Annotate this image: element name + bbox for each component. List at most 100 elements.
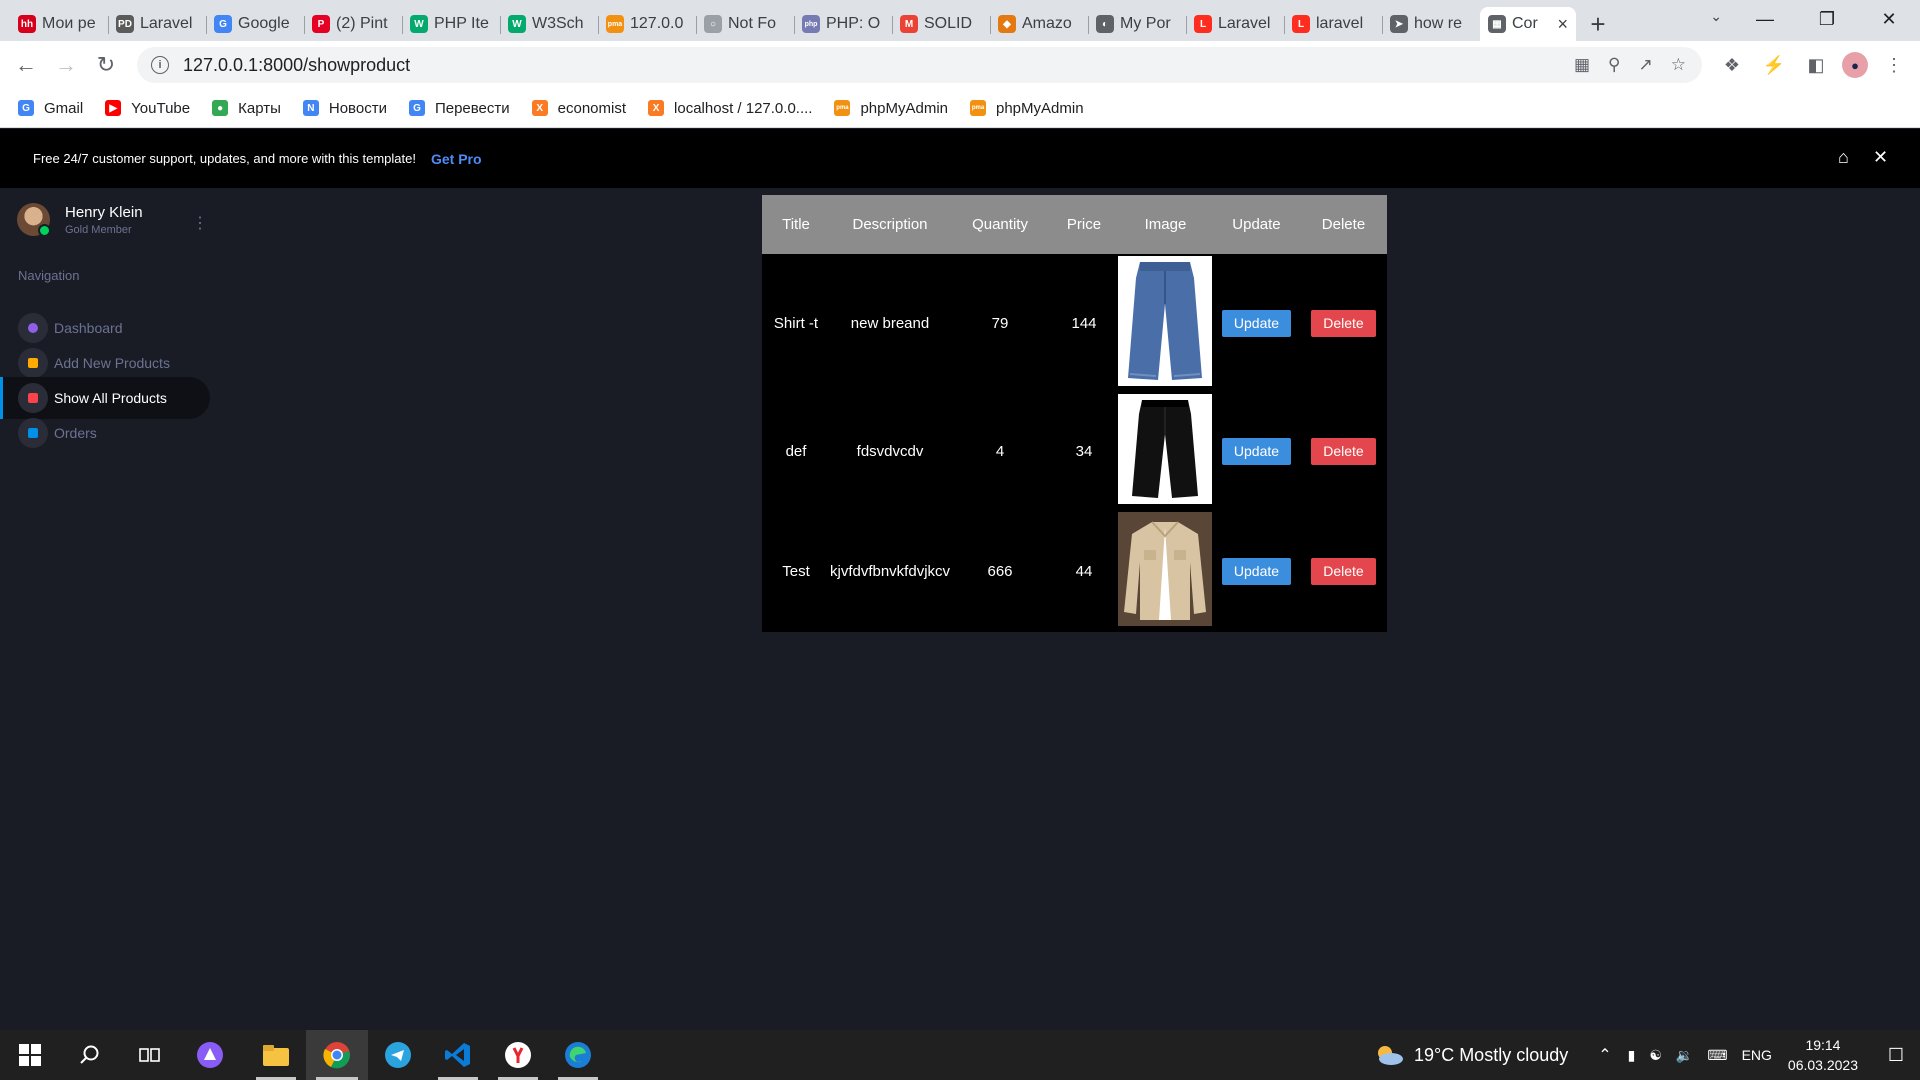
delete-button[interactable]: Delete: [1311, 557, 1376, 585]
column-header: Price: [1050, 195, 1118, 254]
home-icon[interactable]: ⌂: [1838, 147, 1849, 168]
products-table: Title Description Quantity Price Image Update…: [762, 195, 1387, 632]
task-view-icon[interactable]: [120, 1030, 180, 1080]
tab-title: W3Sch: [532, 15, 584, 32]
bookmark-item[interactable]: ▶ YouTube: [105, 100, 190, 117]
browser-tab[interactable]: Llaravel: [1284, 7, 1382, 41]
reload-icon[interactable]: ↻: [86, 45, 126, 85]
browser-tab[interactable]: PD Laravel: [108, 7, 206, 41]
battery-icon[interactable]: ▮: [1628, 1047, 1636, 1064]
side-panel-icon[interactable]: ◧: [1800, 49, 1832, 81]
sidebar-item-label: Show All Products: [54, 390, 167, 406]
zoom-icon[interactable]: ⚲: [1608, 55, 1620, 75]
forward-icon[interactable]: →: [46, 45, 86, 85]
tab-title: Amazo: [1022, 15, 1072, 32]
promo-banner: Free 24/7 customer support, updates, and…: [0, 129, 1920, 188]
user-profile[interactable]: Henry Klein Gold Member: [17, 203, 143, 237]
browser-tab[interactable]: ▦ Cor ×: [1480, 7, 1576, 41]
new-tab-button[interactable]: +: [1576, 7, 1620, 41]
wifi-icon[interactable]: ☯: [1649, 1047, 1662, 1064]
profile-avatar-icon[interactable]: ●: [1842, 52, 1868, 78]
chrome-icon[interactable]: [306, 1030, 368, 1080]
tab-title: Laravel: [1218, 15, 1271, 32]
column-header: Description: [829, 195, 951, 254]
minimize-icon[interactable]: —: [1734, 0, 1796, 38]
browser-tab[interactable]: G Google: [206, 7, 304, 41]
profile-menu-icon[interactable]: ⋮: [192, 213, 208, 233]
clock-date: 06.03.2023: [1787, 1057, 1858, 1073]
restore-icon[interactable]: ❐: [1796, 0, 1858, 38]
globe-icon: ◐: [1096, 15, 1114, 33]
tab-search-icon[interactable]: ⌄: [1710, 8, 1722, 25]
browser-tab[interactable]: L Laravel: [1186, 7, 1284, 41]
browser-tab[interactable]: pma 127.0.0: [598, 7, 696, 41]
update-button[interactable]: Update: [1221, 309, 1292, 337]
nav-icon: [18, 418, 48, 448]
delete-button[interactable]: Delete: [1311, 437, 1376, 465]
telegram-icon[interactable]: [368, 1030, 428, 1080]
close-window-icon[interactable]: ✕: [1858, 0, 1920, 38]
clock[interactable]: 19:14 06.03.2023: [1788, 1035, 1858, 1075]
yandex-browser-icon[interactable]: [488, 1030, 548, 1080]
close-banner-icon[interactable]: ✕: [1873, 147, 1888, 168]
update-button[interactable]: Update: [1221, 557, 1292, 585]
google-translate-icon: G: [214, 15, 232, 33]
browser-tab[interactable]: W PHP Ite: [402, 7, 500, 41]
language-indicator[interactable]: ENG: [1742, 1047, 1772, 1063]
close-tab-icon[interactable]: ×: [1557, 14, 1568, 35]
browser-tab[interactable]: ○ Not Fo: [696, 7, 794, 41]
keyboard-icon[interactable]: ⌨: [1707, 1047, 1727, 1064]
product-image: [1118, 510, 1213, 632]
url-text[interactable]: 127.0.0.1:8000/showproduct: [183, 55, 410, 76]
bookmark-star-icon[interactable]: ☆: [1671, 55, 1686, 75]
browser-tab[interactable]: P (2) Pint: [304, 7, 402, 41]
share-icon[interactable]: ↗: [1639, 55, 1653, 75]
bookmark-item[interactable]: N Новости: [302, 100, 387, 117]
volume-icon[interactable]: 🔉: [1676, 1047, 1693, 1064]
update-cell: Update: [1213, 510, 1300, 632]
bookmark-item[interactable]: G Перевести: [408, 100, 510, 117]
vscode-icon[interactable]: [428, 1030, 488, 1080]
delete-button[interactable]: Delete: [1311, 309, 1376, 337]
browser-tab[interactable]: W W3Sch: [500, 7, 598, 41]
windows-start-icon[interactable]: [0, 1030, 60, 1080]
chevron-up-icon[interactable]: ⌃: [1598, 1045, 1611, 1065]
bookmark-item[interactable]: Xlocalhost / 127.0.0....: [648, 100, 812, 117]
bookmark-item[interactable]: pma phpMyAdmin: [834, 100, 948, 117]
bookmark-item[interactable]: G Gmail: [18, 100, 83, 117]
file-explorer-icon[interactable]: [246, 1030, 306, 1080]
browser-tab[interactable]: ➤ how re: [1382, 7, 1480, 41]
bookmark-item[interactable]: pma phpMyAdmin: [970, 100, 1084, 117]
column-header: Title: [762, 195, 830, 254]
browser-tab[interactable]: ◐ My Por: [1088, 7, 1186, 41]
browser-tab[interactable]: M SOLID: [892, 7, 990, 41]
update-button[interactable]: Update: [1221, 437, 1292, 465]
system-tray: 19°C Mostly cloudy ⌃ ▮ ☯ 🔉 ⌨ ENG 19:14 0…: [1374, 1030, 1920, 1080]
menu-icon[interactable]: ⋮: [1878, 49, 1910, 81]
address-bar[interactable]: i 127.0.0.1:8000/showproduct ▦ ⚲ ↗ ☆: [137, 47, 1702, 83]
notifications-icon[interactable]: ☐: [1872, 1045, 1920, 1066]
search-icon[interactable]: [60, 1030, 120, 1080]
product-price: 34: [1075, 442, 1093, 460]
alice-assistant-icon[interactable]: [180, 1030, 240, 1080]
site-info-icon[interactable]: i: [151, 56, 169, 74]
browser-tab[interactable]: ◆ Amazo: [990, 7, 1088, 41]
bookmark-item[interactable]: Xeconomist: [531, 100, 626, 117]
weather-widget[interactable]: 19°C Mostly cloudy: [1374, 1044, 1568, 1066]
cloud-icon: [1377, 1046, 1403, 1065]
browser-tab[interactable]: php PHP: O: [794, 7, 892, 41]
translate-icon[interactable]: ▦: [1574, 55, 1590, 75]
bookmark-item[interactable]: ● Карты: [212, 100, 281, 117]
column-header: Image: [1118, 195, 1213, 254]
product-description: new breand: [850, 314, 930, 332]
promo-text: Free 24/7 customer support, updates, and…: [33, 151, 416, 166]
update-cell: Update: [1213, 254, 1300, 392]
get-pro-link[interactable]: Get Pro: [431, 151, 482, 167]
user-role: Gold Member: [65, 223, 132, 236]
edge-icon[interactable]: [548, 1030, 608, 1080]
extensions-icon[interactable]: ❖: [1716, 49, 1748, 81]
back-icon[interactable]: ←: [6, 45, 46, 85]
browser-tab[interactable]: hh Мои ре: [10, 7, 108, 41]
performance-icon[interactable]: ⚡: [1758, 49, 1790, 81]
sidebar-item-orders[interactable]: Orders: [0, 412, 210, 454]
